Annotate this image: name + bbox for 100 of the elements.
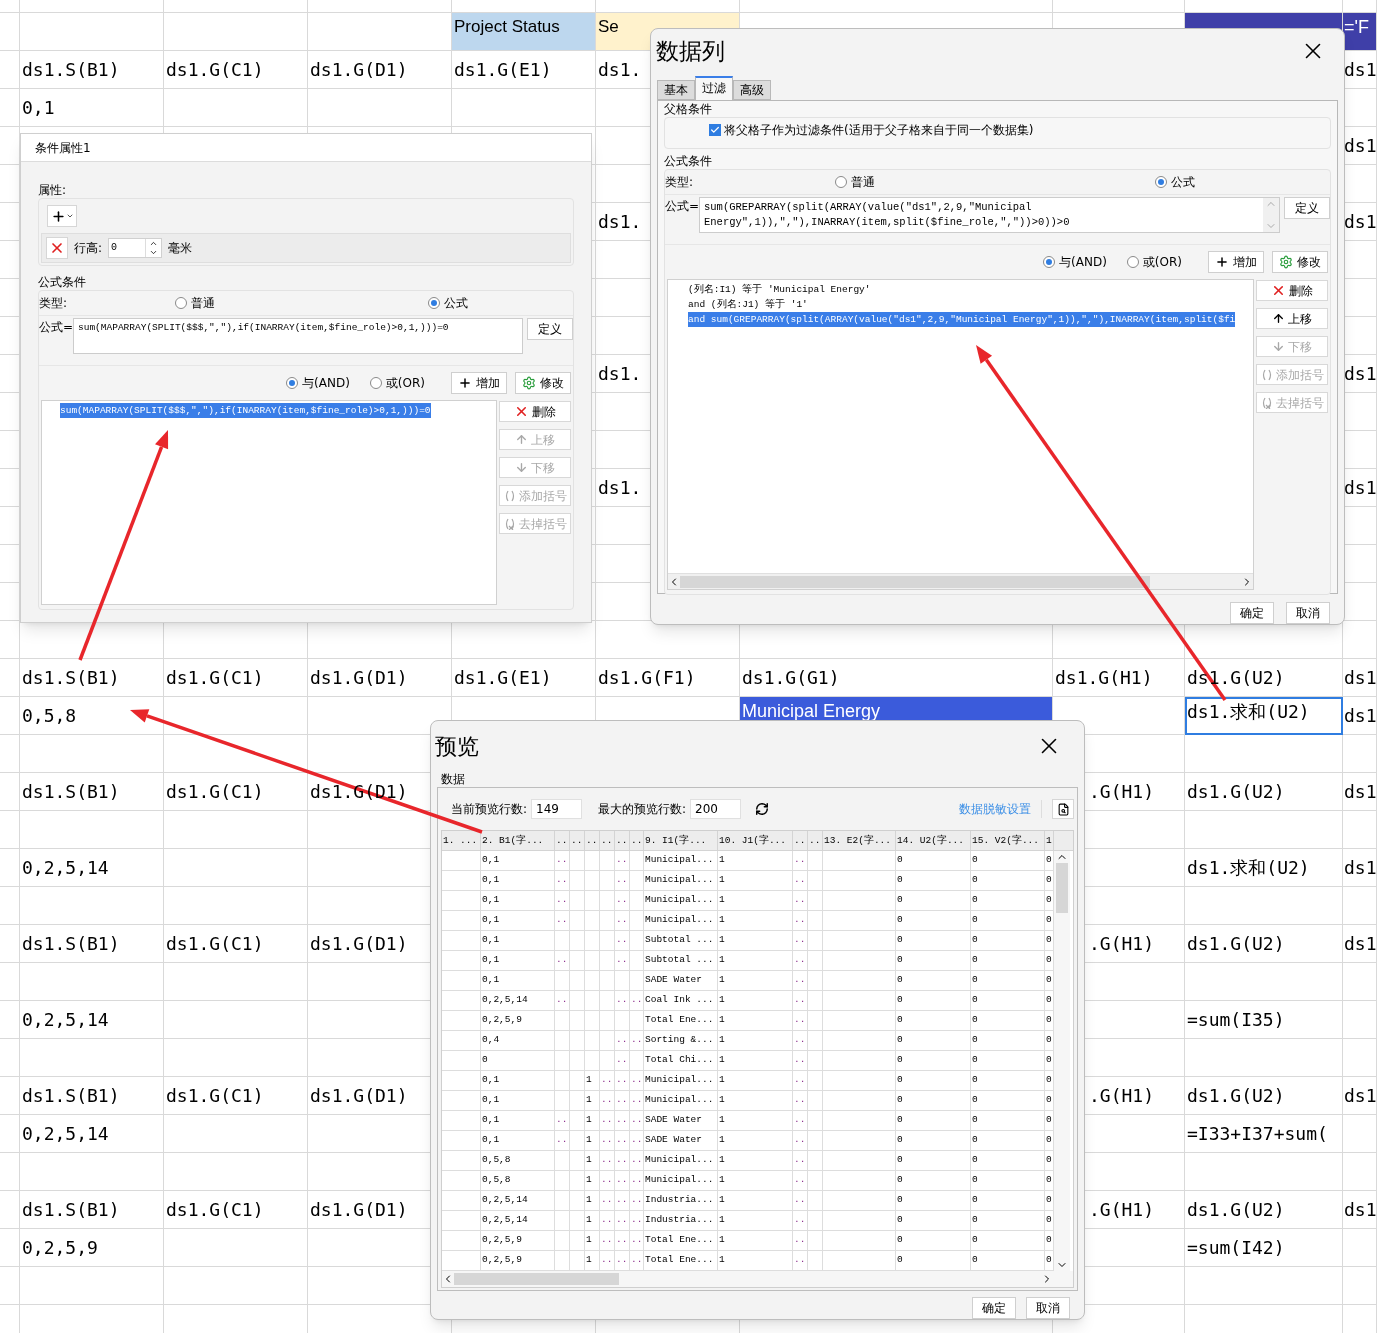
group-legend: 父格条件 (664, 101, 1331, 117)
table-cell: 0,4 (481, 1033, 501, 1048)
table-cell: .. (630, 1173, 644, 1188)
table-cell: .. (793, 893, 807, 908)
table-cell: .. (793, 1033, 807, 1048)
table-cell: 0,2,5,14 (481, 1193, 529, 1208)
table-cell: 0 (896, 1053, 904, 1068)
table-cell: 1 (718, 953, 726, 968)
table-cell: 0,2,5,14 (481, 1213, 529, 1228)
table-cell: Total Ene... (644, 1253, 715, 1268)
table-cell: .. (615, 1033, 629, 1048)
table-cell: 0,1 (481, 913, 501, 928)
table-cell: 0 (971, 1113, 979, 1128)
table-cell: .. (555, 853, 569, 868)
field-label: 类型: (39, 295, 68, 312)
table-cell: 0 (896, 1253, 904, 1268)
table-cell: 0 (1045, 1153, 1053, 1168)
table-cell: 0,2,5,14 (481, 993, 529, 1008)
table-cell: .. (630, 1093, 644, 1108)
table-cell: 1 (585, 1153, 593, 1168)
unit-label: 毫米 (168, 240, 193, 257)
table-cell: 0 (971, 1053, 979, 1068)
table-cell: .. (630, 1153, 644, 1168)
table-cell: 0 (971, 1253, 979, 1268)
table-cell: .. (615, 1213, 629, 1228)
table-cell: 0 (971, 933, 979, 948)
group-legend: 数据 (437, 771, 1078, 787)
table-cell: .. (615, 853, 629, 868)
table-cell: 0 (1045, 1013, 1053, 1028)
table-cell: .. (630, 1113, 644, 1128)
table-cell: 0 (971, 873, 979, 888)
table-cell: 0,1 (481, 1093, 501, 1108)
table-cell: 0 (971, 953, 979, 968)
table-cell: 0 (1045, 1213, 1053, 1228)
field-label: 公式= (39, 319, 71, 336)
table-cell: .. (793, 1233, 807, 1248)
table-cell: 1 (585, 1073, 593, 1088)
table-cell: 0 (1045, 1033, 1053, 1048)
table-cell: 0 (971, 893, 979, 908)
table-cell: 1 (718, 1053, 726, 1068)
table-cell: 0 (896, 1233, 904, 1248)
table-cell: .. (630, 1133, 644, 1148)
table-cell: 1 (718, 1233, 726, 1248)
table-cell: .. (555, 913, 569, 928)
table-cell: 0,1 (481, 973, 501, 988)
table-cell: 1 (718, 853, 726, 868)
table-cell: .. (793, 1153, 807, 1168)
table-cell: .. (615, 1173, 629, 1188)
table-cell: 1 (585, 1233, 593, 1248)
table-cell: SADE Water (644, 973, 703, 988)
table-cell: .. (600, 1253, 614, 1268)
table-cell: Sorting &... (644, 1033, 715, 1048)
table-cell: Industria... (644, 1193, 715, 1208)
group-legend: 公式条件 (38, 274, 574, 290)
table-cell: 0 (971, 1173, 979, 1188)
table-cell: Municipal... (644, 893, 715, 908)
table-cell: 1 (718, 1213, 726, 1228)
table-cell: .. (555, 893, 569, 908)
table-cell: Total Ene... (644, 1233, 715, 1248)
table-cell: 1 (718, 1013, 726, 1028)
table-cell: Total Ene... (644, 1013, 715, 1028)
table-cell: Municipal... (644, 1173, 715, 1188)
table-cell: 1 (718, 1033, 726, 1048)
table-cell: .. (793, 993, 807, 1008)
table-cell: 0 (896, 873, 904, 888)
table-cell: .. (793, 1133, 807, 1148)
table-cell: 1 (585, 1253, 593, 1268)
table-cell: 0 (896, 1193, 904, 1208)
table-cell: .. (615, 1093, 629, 1108)
table-cell: .. (615, 1253, 629, 1268)
table-cell: 1 (718, 933, 726, 948)
table-cell: .. (793, 1113, 807, 1128)
table-cell: .. (615, 993, 629, 1008)
table-cell: 1 (718, 1193, 726, 1208)
table-cell: 1 (585, 1173, 593, 1188)
table-cell: 0 (1045, 1073, 1053, 1088)
table-cell: 0 (896, 913, 904, 928)
table-cell: 0 (896, 1133, 904, 1148)
table-cell: 0 (1045, 893, 1053, 908)
table-cell: 0,1 (481, 1073, 501, 1088)
table-cell: .. (615, 1053, 629, 1068)
table-cell: SADE Water (644, 1133, 703, 1148)
table-cell: 0 (971, 1193, 979, 1208)
table-cell: Municipal... (644, 1093, 715, 1108)
table-cell: Coal Ink ... (644, 993, 715, 1008)
table-cell: 0,1 (481, 953, 501, 968)
table-cell: 1 (718, 913, 726, 928)
field-label: 类型: (665, 174, 694, 191)
table-cell: Subtotal ... (644, 953, 715, 968)
table-cell: 0 (896, 893, 904, 908)
table-cell: .. (793, 913, 807, 928)
table-cell: Municipal... (644, 873, 715, 888)
table-cell: 0 (896, 1153, 904, 1168)
group-legend: 公式条件 (664, 153, 1331, 169)
table-cell: 0 (1045, 873, 1053, 888)
table-cell: 0,1 (481, 933, 501, 948)
table-cell: .. (793, 953, 807, 968)
table-cell: 0 (971, 1233, 979, 1248)
table-cell: Municipal... (644, 1073, 715, 1088)
table-cell: Industria... (644, 1213, 715, 1228)
